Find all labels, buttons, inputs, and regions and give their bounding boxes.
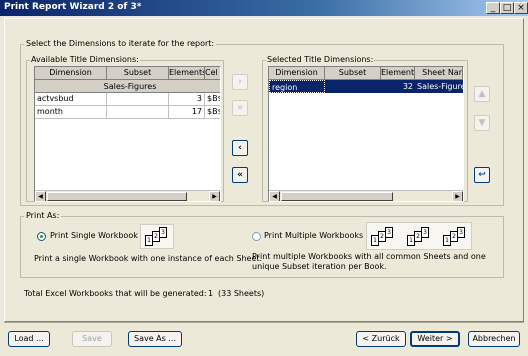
window-title: Print Report Wizard 2 of 3* (4, 2, 142, 12)
cell-dimension: actvsbud (35, 93, 107, 106)
print-multiple-label[interactable]: Print Multiple Workbooks (264, 231, 363, 240)
table-row-selected[interactable]: region 32 Sales-Figures (269, 80, 463, 93)
column-header-elements[interactable]: Elements (169, 67, 205, 80)
total-sheets-detail: (33 Sheets) (218, 289, 265, 298)
cell-sheet-name: Sales-Figures (417, 82, 463, 91)
cell-subset (325, 80, 381, 93)
single-workbook-icon: 1 2 3 (140, 224, 174, 249)
total-workbooks-value: 1 (208, 289, 214, 298)
available-dimensions-title: Available Title Dimensions: (30, 55, 140, 64)
minimize-button[interactable]: _ (486, 2, 500, 14)
maximize-button[interactable]: □ (500, 2, 514, 14)
print-multiple-radio[interactable] (252, 232, 261, 241)
horizontal-scrollbar[interactable]: ◀ ▶ (35, 190, 220, 201)
cell-address: $B$4 (205, 106, 220, 119)
print-as-title: Print As: (24, 211, 62, 220)
dimensions-group-title: Select the Dimensions to iterate for the… (24, 39, 217, 48)
column-header-sheet-name[interactable]: Sheet Nar (415, 67, 463, 80)
column-header-subset[interactable]: Subset (107, 67, 169, 80)
cell-subset (107, 106, 169, 119)
load-button[interactable]: Load ... (8, 331, 50, 347)
scroll-left-icon[interactable]: ◀ (35, 191, 46, 201)
print-single-label[interactable]: Print Single Workbook (50, 231, 138, 240)
remove-dimension-button[interactable]: ‹ (232, 140, 248, 156)
footer-divider (4, 322, 524, 323)
save-button[interactable]: Save (72, 331, 112, 347)
cell-address: $B$2 (205, 93, 220, 106)
next-button[interactable]: Weiter > (410, 331, 460, 347)
move-down-button[interactable]: ▼ (474, 115, 490, 131)
print-single-description: Print a single Workbook with one instanc… (34, 254, 263, 263)
scroll-right-icon[interactable]: ▶ (209, 191, 220, 201)
close-button[interactable]: × (514, 2, 528, 14)
column-header-subset[interactable]: Subset (325, 67, 381, 80)
cell-dimension: region (269, 80, 325, 93)
back-button[interactable]: < Zurück (356, 331, 406, 347)
scroll-left-icon[interactable]: ◀ (269, 191, 280, 201)
remove-all-dimensions-button[interactable]: « (232, 167, 248, 183)
save-as-button[interactable]: Save As ... (128, 331, 182, 347)
add-all-dimensions-button[interactable]: » (232, 100, 248, 116)
horizontal-scrollbar[interactable]: ◀ ▶ (269, 190, 463, 201)
column-header-elements[interactable]: Elements (381, 67, 415, 80)
scrollbar-thumb[interactable] (281, 192, 393, 201)
scroll-right-icon[interactable]: ▶ (452, 191, 463, 201)
cell-elements: 3 (169, 93, 205, 106)
cancel-button[interactable]: Abbrechen (468, 331, 520, 347)
title-bar: Print Report Wizard 2 of 3* _ □ × (0, 0, 528, 16)
cell-elements: 17 (169, 106, 205, 119)
column-header-cell[interactable]: Cel (205, 67, 220, 80)
column-header-dimension[interactable]: Dimension (269, 67, 325, 80)
return-icon[interactable]: ↩ (474, 167, 490, 183)
total-workbooks-label: Total Excel Workbooks that will be gener… (24, 289, 207, 298)
print-single-radio[interactable] (37, 232, 46, 241)
add-dimension-button[interactable]: › (232, 74, 248, 90)
scrollbar-thumb[interactable] (47, 192, 187, 201)
print-multiple-description: Print multiple Workbooks with all common… (252, 252, 486, 271)
cell-elements: 32 (402, 82, 413, 91)
multiple-workbooks-icon: 1 2 3 1 2 3 1 2 3 (366, 222, 472, 250)
cell-subset (107, 93, 169, 106)
cell-dimension: month (35, 106, 107, 119)
selected-dimensions-title: Selected Title Dimensions: (266, 55, 375, 64)
available-dimensions-grid[interactable]: Dimension Subset Elements Cel Sales-Figu… (34, 66, 221, 202)
selected-dimensions-grid[interactable]: Dimension Subset Elements Sheet Nar regi… (268, 66, 464, 202)
column-header-dimension[interactable]: Dimension (35, 67, 107, 80)
move-up-button[interactable]: ▲ (474, 86, 490, 102)
group-row-sales-figures: Sales-Figures (35, 80, 220, 93)
